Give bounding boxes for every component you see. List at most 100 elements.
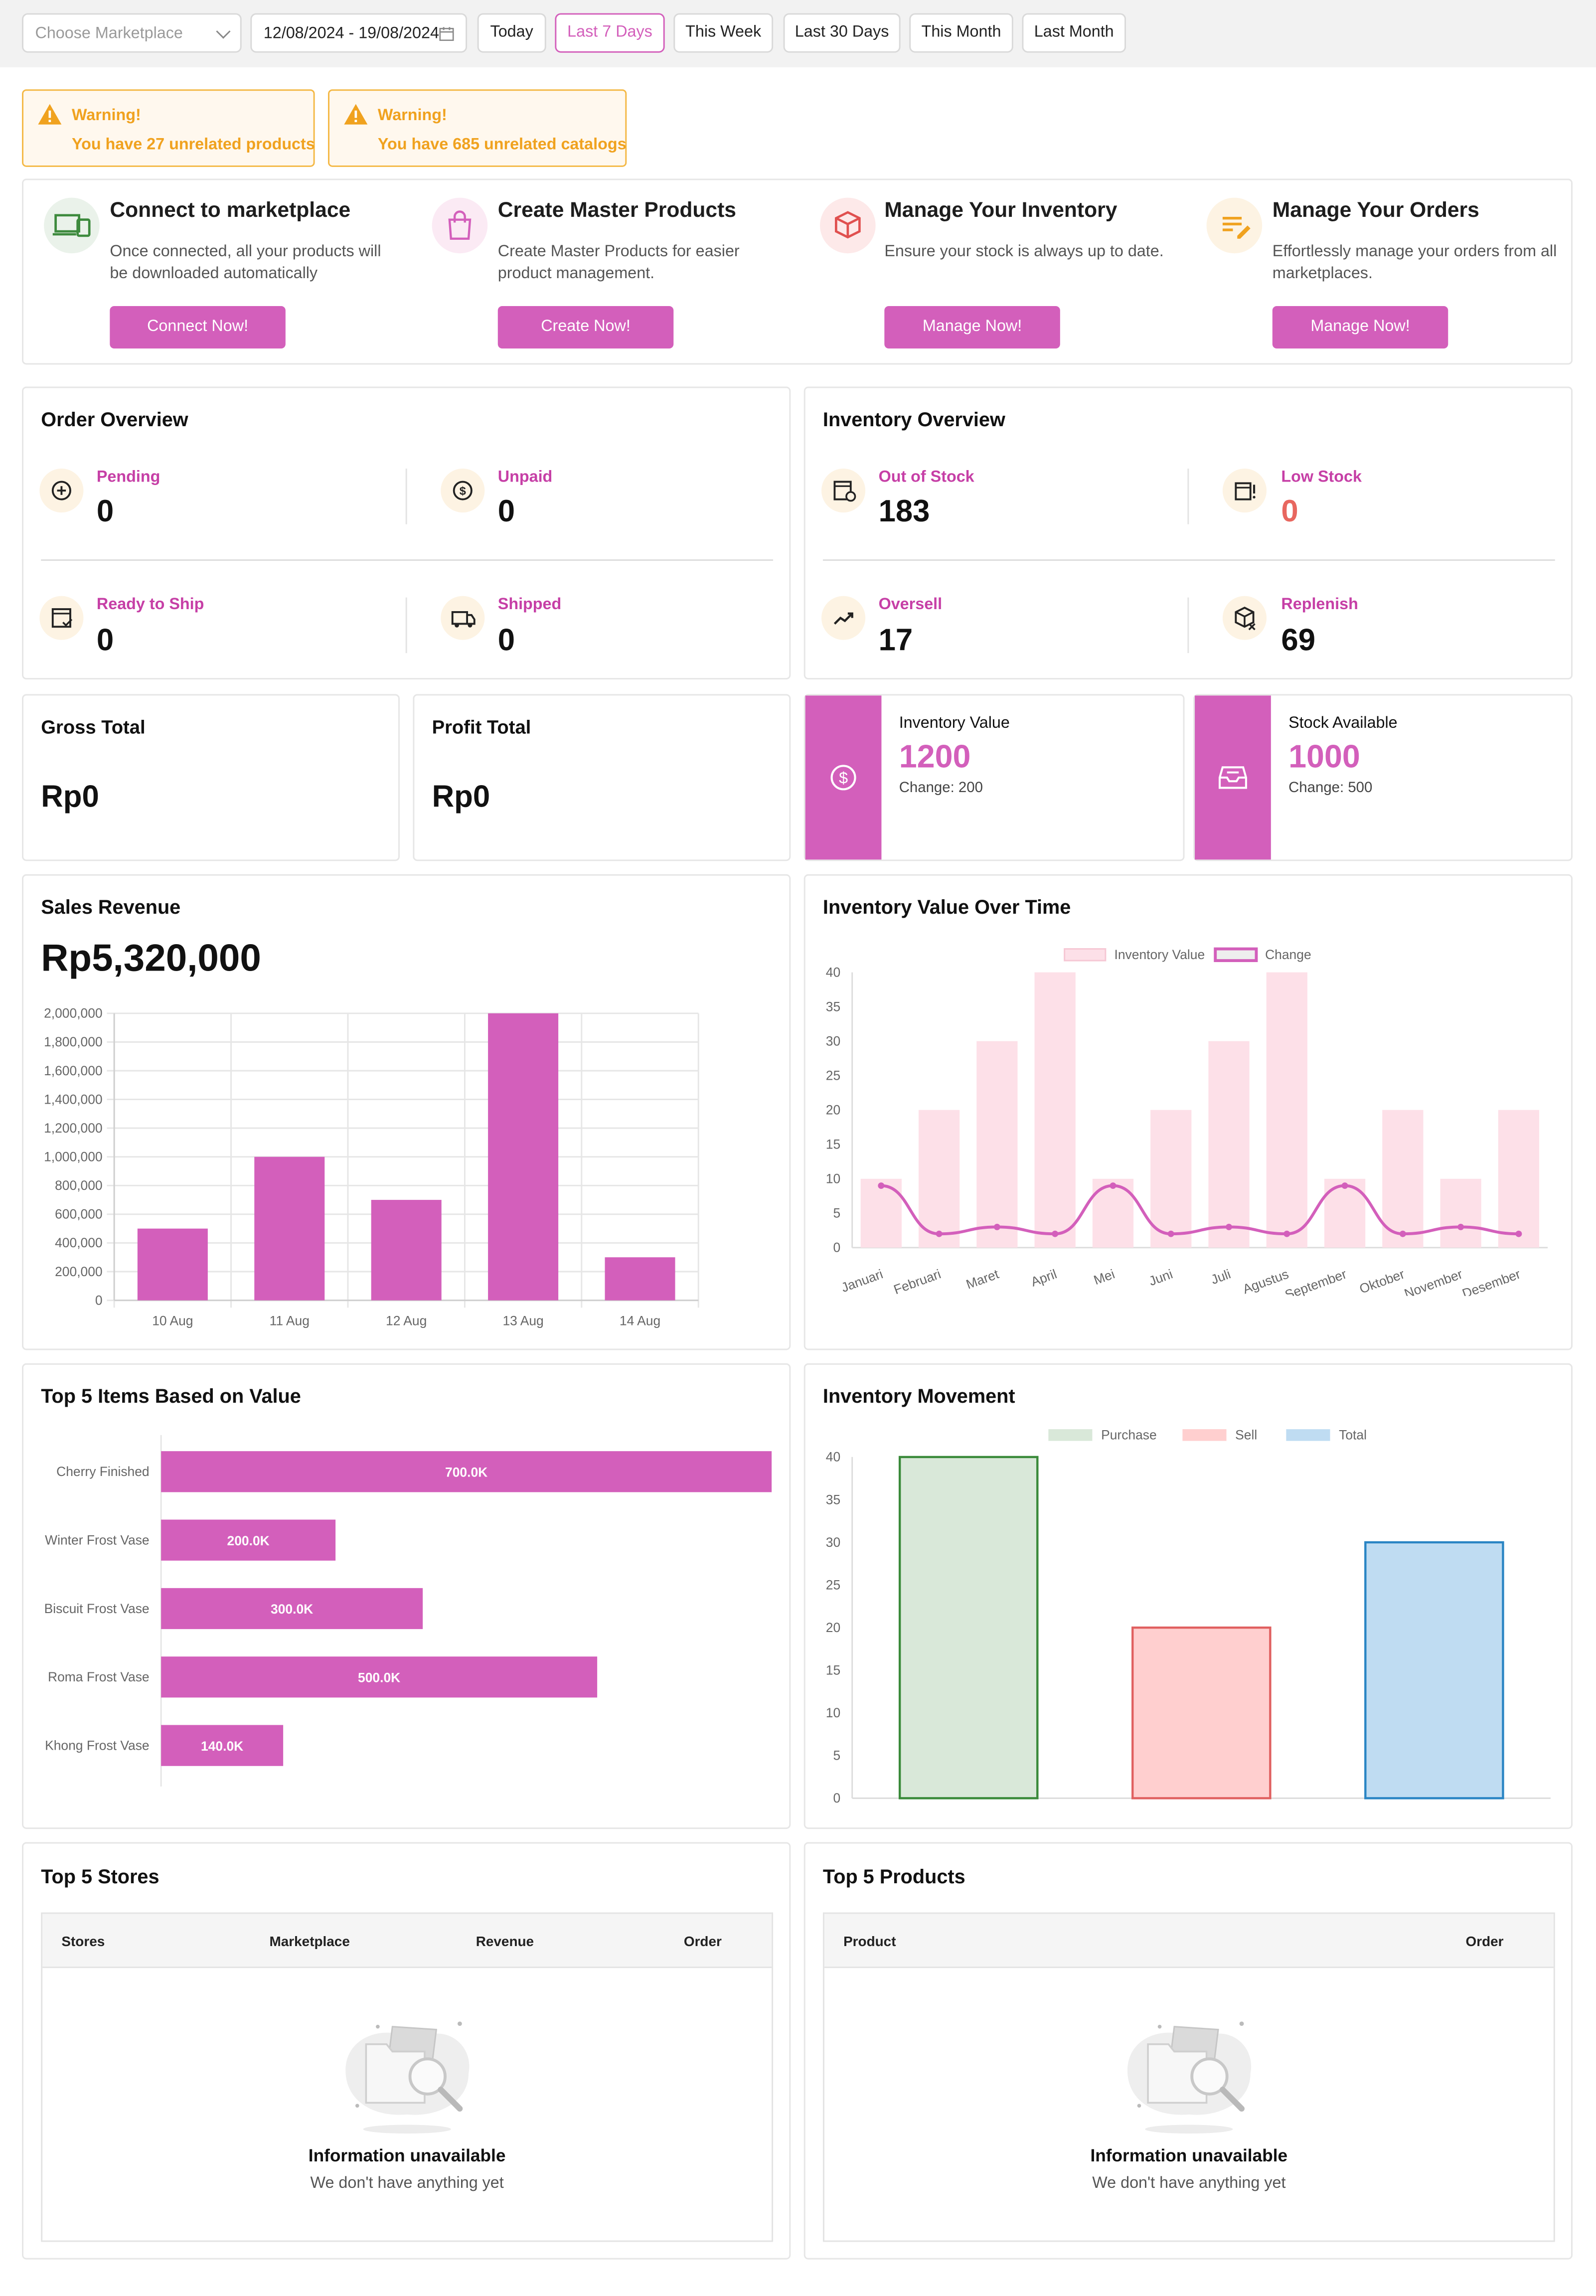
data-point: [1457, 1223, 1464, 1230]
unpaid-label: Unpaid: [497, 469, 553, 487]
connect-now-button[interactable]: Connect Now!: [110, 306, 286, 349]
top-items-title: Top 5 Items Based on Value: [41, 1385, 301, 1408]
shipped-label: Shipped: [497, 596, 562, 614]
stock-available-amount: 1000: [1288, 738, 1360, 775]
quick-start-desc: Effortlessly manage your orders from all…: [1272, 243, 1557, 283]
column-marketplace: Marketplace: [269, 1934, 350, 1951]
marketplace-select-placeholder: Choose Marketplace: [35, 24, 183, 43]
y-tick-label: 600,000: [55, 1207, 103, 1222]
sales-revenue-title: Sales Revenue: [41, 896, 181, 918]
data-point: [1399, 1230, 1406, 1237]
top-products-title: Top 5 Products: [822, 1865, 965, 1888]
manage-orders-button[interactable]: Manage Now!: [1272, 306, 1448, 349]
column-stores: Stores: [61, 1934, 105, 1951]
empty-state-subtitle: We don't have anything yet: [1092, 2174, 1286, 2192]
y-tick-label: Khong Frost Vase: [45, 1738, 150, 1753]
y-tick-label: 35: [826, 1492, 840, 1507]
sales-revenue-chart: 0 200,000 400,000 600,000 800,000 1,000,000 1,…: [44, 1006, 699, 1328]
bar: [1364, 1541, 1504, 1800]
oversell-value: 17: [878, 624, 913, 657]
legend-swatch: [1182, 1429, 1227, 1441]
y-tick-label: 1,200,000: [44, 1121, 103, 1136]
divider: [1187, 469, 1189, 524]
legend-swatch: [1286, 1429, 1330, 1441]
y-tick-label: 1,600,000: [44, 1063, 103, 1078]
column-order: Order: [1465, 1934, 1504, 1951]
legend-label: Change: [1265, 947, 1311, 962]
data-point: [1515, 1230, 1522, 1237]
x-tick-label: November: [1402, 1266, 1464, 1296]
x-tick-label: Maret: [964, 1266, 1001, 1292]
bar: [488, 1013, 559, 1301]
y-tick-label: Cherry Finished: [56, 1464, 150, 1479]
range-last-month-button[interactable]: Last Month: [1022, 13, 1126, 53]
x-tick-label: Januari: [839, 1266, 885, 1295]
data-label: 500.0K: [358, 1670, 400, 1685]
svg-text:$: $: [839, 769, 848, 787]
edit-list-icon: [1206, 197, 1263, 254]
date-range-input[interactable]: 12/08/2024 - 19/08/2024: [250, 13, 468, 53]
range-this-week-button[interactable]: This Week: [673, 13, 774, 53]
quick-start-title: Connect to marketplace: [110, 199, 351, 223]
y-tick-label: 5: [833, 1206, 840, 1221]
y-tick-label: 30: [826, 1535, 840, 1550]
top-stores-title: Top 5 Stores: [41, 1865, 160, 1888]
inventory-value-over-time-chart: Inventory Value Change 0 5 10 15 20 25 30 35 40 Jan…: [826, 947, 1548, 1296]
inventory-value-icon-panel: $: [805, 695, 882, 860]
dollar-circle-icon: $: [441, 469, 485, 513]
inventory-value-change: Change: 200: [899, 780, 983, 797]
warning-icon: [344, 104, 368, 125]
range-last-30-days-button[interactable]: Last 30 Days: [783, 13, 901, 53]
replenish-label: Replenish: [1281, 596, 1358, 614]
x-tick-label: Oktober: [1357, 1266, 1407, 1296]
out-of-stock-label: Out of Stock: [878, 469, 974, 487]
create-now-button[interactable]: Create Now!: [497, 306, 674, 349]
marketplace-select[interactable]: Choose Marketplace: [22, 13, 242, 53]
oversell-label: Oversell: [878, 596, 943, 614]
y-tick-label: 0: [833, 1240, 840, 1255]
x-tick-label: 11 Aug: [270, 1313, 310, 1328]
column-product: Product: [843, 1934, 896, 1951]
empty-state-title: Information unavailable: [1090, 2145, 1288, 2166]
stock-available-change: Change: 500: [1288, 780, 1373, 797]
y-tick-label: 20: [826, 1103, 840, 1118]
y-tick-label: Roma Frost Vase: [48, 1669, 150, 1684]
bar: [605, 1257, 675, 1301]
shipped-value: 0: [497, 624, 515, 657]
y-tick-label: 25: [826, 1068, 840, 1083]
y-tick-label: 10: [826, 1705, 840, 1720]
legend-label: Inventory Value: [1115, 947, 1205, 962]
legend-label: Purchase: [1101, 1428, 1157, 1443]
legend-label: Total: [1339, 1428, 1367, 1443]
range-today-button[interactable]: Today: [477, 13, 546, 53]
quick-start-title: Manage Your Inventory: [884, 199, 1117, 223]
quick-start-desc: Create Master Products for easier produc…: [497, 243, 740, 283]
range-this-month-button[interactable]: This Month: [909, 13, 1013, 53]
legend-swatch: [1064, 948, 1107, 962]
table-header: [824, 1914, 1554, 1968]
gross-total-value: Rp0: [41, 780, 99, 815]
warning-unrelated-catalogs: Warning! You have 685 unrelated catalogs: [328, 89, 627, 167]
range-last-7-days-button[interactable]: Last 7 Days: [555, 13, 665, 53]
x-tick-label: Desember: [1460, 1266, 1523, 1296]
data-label: 200.0K: [227, 1533, 270, 1548]
sales-revenue-total: Rp5,320,000: [41, 936, 261, 980]
bar: [976, 1041, 1018, 1248]
data-label: 140.0K: [201, 1739, 243, 1754]
data-point: [878, 1182, 885, 1189]
inventory-overview-title: Inventory Overview: [822, 408, 1005, 431]
inventory-movement-title: Inventory Movement: [822, 1385, 1015, 1408]
warning-unrelated-products: Warning! You have 27 unrelated products: [22, 89, 315, 167]
warning-title: Warning!: [71, 107, 141, 125]
shopping-bag-icon: [432, 197, 488, 254]
y-tick-label: Biscuit Frost Vase: [44, 1601, 150, 1616]
quick-start-title: Create Master Products: [497, 199, 736, 223]
empty-state-subtitle: We don't have anything yet: [310, 2174, 504, 2192]
profit-total-value: Rp0: [432, 780, 490, 815]
manage-inventory-button[interactable]: Manage Now!: [884, 306, 1060, 349]
data-point: [1283, 1230, 1290, 1237]
bar: [1208, 1041, 1250, 1248]
y-tick-label: 5: [833, 1748, 840, 1763]
warning-message: You have 27 unrelated products: [71, 136, 315, 154]
top-items-chart: 700.0K Cherry Finished 200.0K Winter Frost …: [44, 1435, 772, 1787]
